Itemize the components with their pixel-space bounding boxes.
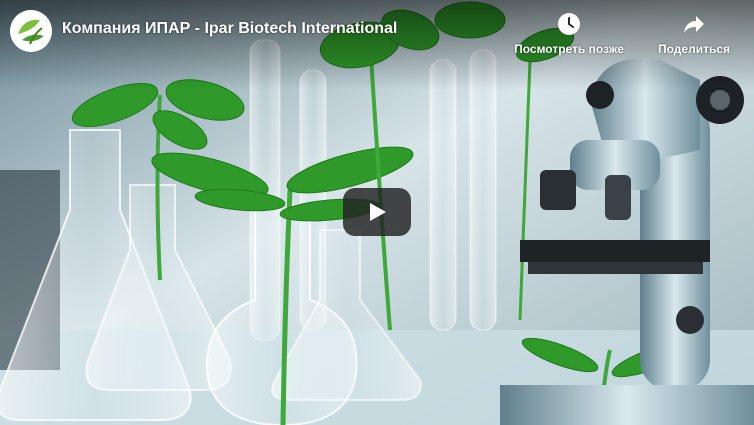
video-player[interactable]: Компания ИПАР - Ipar Biotech Internation…	[0, 0, 754, 425]
clock-icon	[558, 13, 580, 35]
top-overlay-gradient	[0, 0, 754, 90]
ipar-logo-icon	[10, 10, 52, 52]
share-label: Поделиться	[657, 42, 731, 56]
video-title[interactable]: Компания ИПАР - Ipar Biotech Internation…	[62, 20, 397, 38]
play-icon	[370, 203, 386, 221]
share-button[interactable]: Поделиться	[650, 12, 738, 56]
share-arrow-icon	[684, 16, 704, 33]
watch-later-button[interactable]: Посмотреть позже	[503, 12, 635, 56]
play-button[interactable]	[343, 188, 411, 236]
watch-later-label: Посмотреть позже	[514, 42, 624, 56]
channel-logo[interactable]	[10, 10, 52, 52]
